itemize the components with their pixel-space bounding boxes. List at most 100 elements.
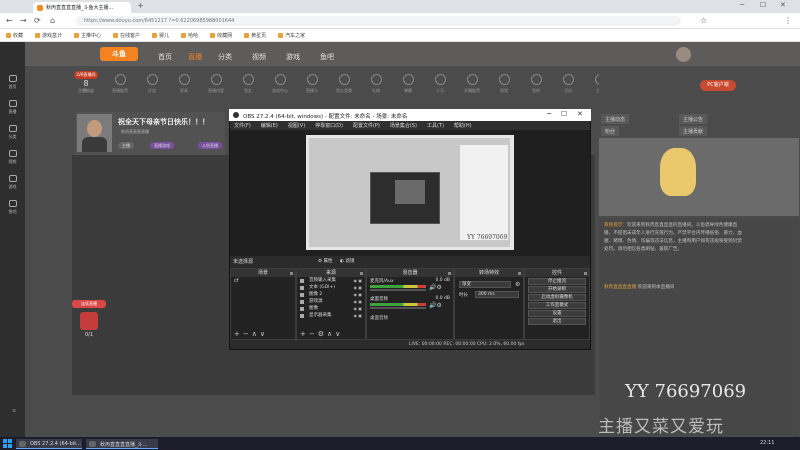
bookmark[interactable]: 游戏盒计	[35, 32, 62, 39]
bookmark[interactable]: 在线客户	[113, 32, 140, 39]
exit-button[interactable]: 退出	[528, 318, 586, 325]
close-icon[interactable]: ✕	[780, 1, 786, 9]
source-item[interactable]: 图像	[297, 305, 365, 312]
douyu-logo[interactable]: 斗鱼	[100, 47, 138, 61]
back-icon[interactable]: ←	[6, 16, 13, 25]
stop-streaming-button[interactable]: 停止推流	[528, 278, 586, 285]
feature-icon-item[interactable]: 家具	[169, 70, 199, 94]
source-item[interactable]: 图像 2	[297, 291, 365, 298]
speaker-icon[interactable]: 🔊⚙	[429, 284, 442, 291]
browser-tab[interactable]: 秋丙直直直直播_斗鱼大主播...	[33, 2, 131, 13]
obs-maximize-icon[interactable]: ☐	[561, 110, 567, 118]
bookmark[interactable]: 黄星页	[244, 32, 266, 39]
bookmark[interactable]: 哈哈	[181, 32, 198, 39]
bookmark[interactable]: 收藏	[6, 32, 23, 39]
minimize-icon[interactable]: ─	[740, 1, 744, 9]
menu-tools[interactable]: 工具(T)	[427, 122, 444, 129]
feature-icon-item[interactable]: 礼物	[361, 70, 391, 94]
sidebar-item-game[interactable]: 游戏	[3, 175, 22, 190]
properties-button[interactable]: ⚙ 属性	[318, 258, 332, 264]
gift-widget[interactable]: 连续直播 0/1	[72, 300, 106, 344]
bookmark[interactable]: 主推中心	[74, 32, 101, 39]
feature-icon-item[interactable]: 直播内容	[201, 70, 231, 94]
user-avatar[interactable]	[676, 47, 691, 62]
streamer-avatar[interactable]	[77, 114, 112, 152]
studio-mode-button[interactable]: 工作室模式	[528, 302, 586, 309]
transition-select[interactable]: 渐变	[459, 281, 511, 288]
nav-live[interactable]: 直播	[188, 52, 202, 62]
feature-icon-item[interactable]: 鱼丸竞猜	[329, 70, 359, 94]
obs-minimize-icon[interactable]: ─	[547, 110, 551, 118]
menu-profile[interactable]: 配置文件(P)	[353, 122, 380, 129]
volume-slider[interactable]	[370, 289, 426, 291]
menu-scene-collection[interactable]: 场景集合(S)	[390, 122, 417, 129]
feature-icon-item[interactable]: 鱼吧	[521, 70, 551, 94]
tag-pill[interactable]: 直播游戏	[150, 142, 174, 149]
tab-contribution[interactable]: 主播贡献	[679, 126, 708, 136]
bookmark[interactable]: 婴儿	[152, 32, 169, 39]
feature-icon-item[interactable]: 活动	[553, 70, 583, 94]
nav-video[interactable]: 视频	[252, 52, 266, 62]
feature-icon-item[interactable]: 鱼丸	[233, 70, 263, 94]
virtual-camera-button[interactable]: 启动虚拟摄像机	[528, 294, 586, 301]
bookmark[interactable]: 收藏网	[210, 32, 232, 39]
feature-icon-item[interactable]: 弹幕	[393, 70, 423, 94]
pc-client-button[interactable]: PC客户端	[700, 80, 736, 91]
settings-button[interactable]: 设置	[528, 310, 586, 317]
source-item[interactable]: 游戏源	[297, 298, 365, 305]
volume-slider[interactable]	[370, 307, 426, 309]
feature-icon-item[interactable]: 游戏中心	[265, 70, 295, 94]
feature-icon-item[interactable]: 十万	[425, 70, 455, 94]
scene-item[interactable]: cf	[231, 277, 295, 285]
taskbar-obs[interactable]: OBS 27.2.4 (64-bit...	[16, 439, 82, 449]
nav-home[interactable]: 首页	[158, 52, 172, 62]
nav-game[interactable]: 游戏	[286, 52, 300, 62]
forward-icon[interactable]: →	[20, 16, 27, 25]
menu-help[interactable]: 帮助(H)	[454, 122, 472, 129]
gear-icon[interactable]: ⚙	[515, 281, 520, 288]
menu-file[interactable]: 文件(F)	[234, 122, 251, 129]
source-item[interactable]: 音频输入采集	[297, 277, 365, 284]
obs-close-icon[interactable]: ✕	[577, 110, 583, 118]
nav-forum[interactable]: 鱼吧	[320, 52, 334, 62]
menu-icon[interactable]: ⋮	[784, 16, 792, 25]
tag-pill[interactable]: 斗鱼直播	[198, 142, 222, 149]
sidebar-item-home[interactable]: 首页	[3, 75, 22, 90]
source-item[interactable]: 文本 (GDI+)	[297, 284, 365, 291]
duration-input[interactable]: 300 ms	[475, 291, 519, 298]
maximize-icon[interactable]: ☐	[760, 1, 766, 9]
sidebar-item-forum[interactable]: 鱼吧	[3, 200, 22, 215]
feature-icon-item[interactable]: 开播推荐	[457, 70, 487, 94]
tab-fans[interactable]: 粉丝	[601, 126, 620, 136]
speaker-icon[interactable]: 🔊⚙	[429, 302, 442, 309]
menu-docks[interactable]: 停靠窗口(D)	[315, 122, 343, 129]
tab-announcement[interactable]: 主播公告	[679, 114, 708, 124]
source-controls[interactable]: +−⚙∧∨	[300, 330, 343, 338]
tab-streamer-news[interactable]: 主播动态	[601, 114, 630, 124]
start-recording-button[interactable]: 开始录制	[528, 286, 586, 293]
new-tab-icon[interactable]: +	[137, 1, 144, 10]
streamer-name[interactable]: 秋丙直直直直播	[121, 129, 149, 135]
windows-start-icon[interactable]	[3, 439, 12, 448]
star-icon[interactable]: ☆	[700, 16, 707, 25]
feature-icon-item[interactable]: 直播卡	[297, 70, 327, 94]
source-item[interactable]: 显示器采集	[297, 312, 365, 319]
nav-category[interactable]: 分类	[218, 52, 232, 62]
sidebar-item-category[interactable]: 分类	[3, 125, 22, 140]
filters-button[interactable]: ◐ 滤镜	[340, 258, 354, 264]
sidebar-item-live[interactable]: 直播	[3, 100, 22, 115]
chat-user[interactable]: 秋丙直直直直播	[604, 285, 636, 290]
feature-icon-item[interactable]: 直播推荐	[105, 70, 135, 94]
menu-view[interactable]: 视图(V)	[288, 122, 305, 129]
feature-icon-item[interactable]: 视频	[489, 70, 519, 94]
menu-edit[interactable]: 编辑(E)	[261, 122, 278, 129]
home-icon[interactable]: ⌂	[50, 16, 55, 25]
reload-icon[interactable]: ⟳	[34, 16, 41, 25]
scene-controls[interactable]: +−∧∨	[234, 330, 268, 338]
url-input[interactable]: https://www.douyu.com/6451217 ?=0.622069…	[76, 16, 681, 26]
taskbar-browser[interactable]: 秋丙直直直直播_斗...	[86, 439, 158, 449]
sidebar-bottom-tools[interactable]: ☰	[4, 408, 24, 433]
feature-icon-item[interactable]: 任务	[137, 70, 167, 94]
sidebar-item-video[interactable]: 视频	[3, 150, 22, 165]
tag-pill[interactable]: 主播	[118, 142, 134, 149]
